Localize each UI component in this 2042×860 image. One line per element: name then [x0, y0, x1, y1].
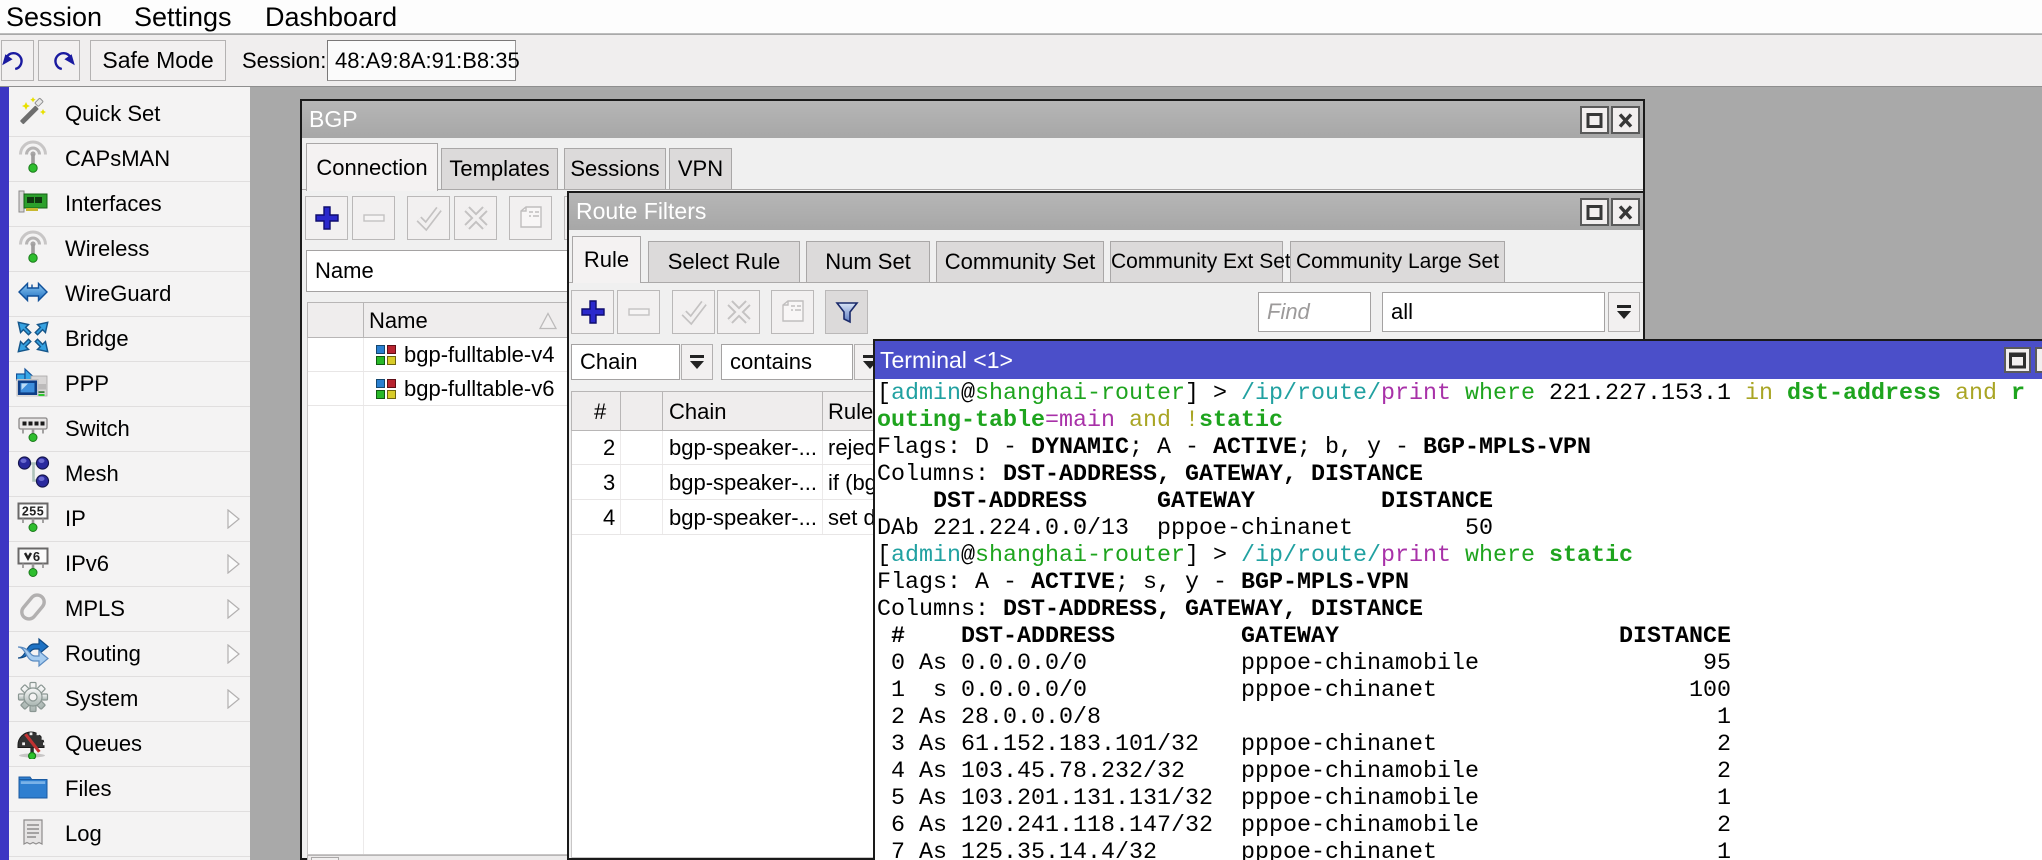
svg-text:255: 255	[22, 505, 44, 519]
svg-text:6: 6	[33, 549, 40, 564]
